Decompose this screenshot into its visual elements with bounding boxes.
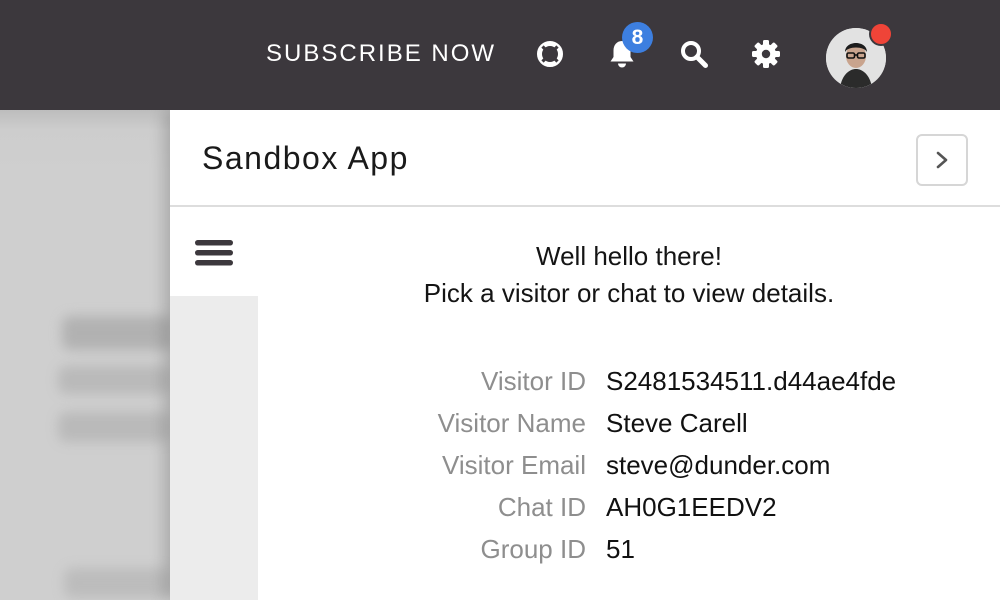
detail-value: steve@dunder.com <box>606 450 831 480</box>
detail-row-visitor-name: Visitor Name Steve Carell <box>258 408 1000 450</box>
detail-label: Chat ID <box>497 492 586 522</box>
chevron-right-icon <box>936 151 948 169</box>
help-button[interactable] <box>530 34 570 74</box>
detail-row-group-id: Group ID 51 <box>258 534 1000 576</box>
greeting-heading: Well hello there! <box>536 241 722 271</box>
blurred-content <box>64 568 170 598</box>
detail-label: Visitor Email <box>441 450 586 480</box>
detail-row-visitor-email: Visitor Email steve@dunder.com <box>258 450 1000 492</box>
detail-row-chat-id: Chat ID AH0G1EEDV2 <box>258 492 1000 534</box>
detail-value: S2481534511.d44ae4fde <box>606 366 897 396</box>
panel-sidebar <box>170 208 258 600</box>
detail-label: Group ID <box>480 534 587 564</box>
subscribe-now-link[interactable]: SUBSCRIBE NOW <box>266 40 496 68</box>
gear-icon <box>752 40 780 68</box>
blurred-content <box>58 366 170 394</box>
sandbox-app-panel: Sandbox App Well hello there! Pick a vis… <box>170 110 1000 600</box>
detail-value: Steve Carell <box>606 408 748 438</box>
detail-row-visitor-id: Visitor ID S2481534511.d44ae4fde <box>258 366 1000 408</box>
collapse-panel-button[interactable] <box>916 134 968 186</box>
background-page <box>0 110 172 600</box>
detail-label: Visitor Name <box>437 408 586 438</box>
presence-indicator <box>869 22 893 46</box>
lifebuoy-icon <box>537 41 563 67</box>
detail-label: Visitor ID <box>481 366 586 396</box>
search-icon <box>681 41 708 68</box>
top-navigation-bar: SUBSCRIBE NOW 8 <box>0 0 1000 110</box>
blurred-content <box>62 316 172 350</box>
panel-title: Sandbox App <box>202 140 409 176</box>
greeting-instruction: Pick a visitor or chat to view details. <box>423 278 835 308</box>
panel-header: Sandbox App <box>170 110 1000 207</box>
empty-state-message: Well hello there! Pick a visitor or chat… <box>258 238 1000 312</box>
notification-count-badge: 8 <box>622 22 653 53</box>
settings-button[interactable] <box>746 34 786 74</box>
detail-value: 51 <box>606 534 635 564</box>
search-button[interactable] <box>674 34 714 74</box>
blurred-content <box>58 412 170 442</box>
detail-value: AH0G1EEDV2 <box>606 492 777 522</box>
hamburger-menu-icon <box>195 240 233 266</box>
menu-button[interactable] <box>170 208 258 296</box>
